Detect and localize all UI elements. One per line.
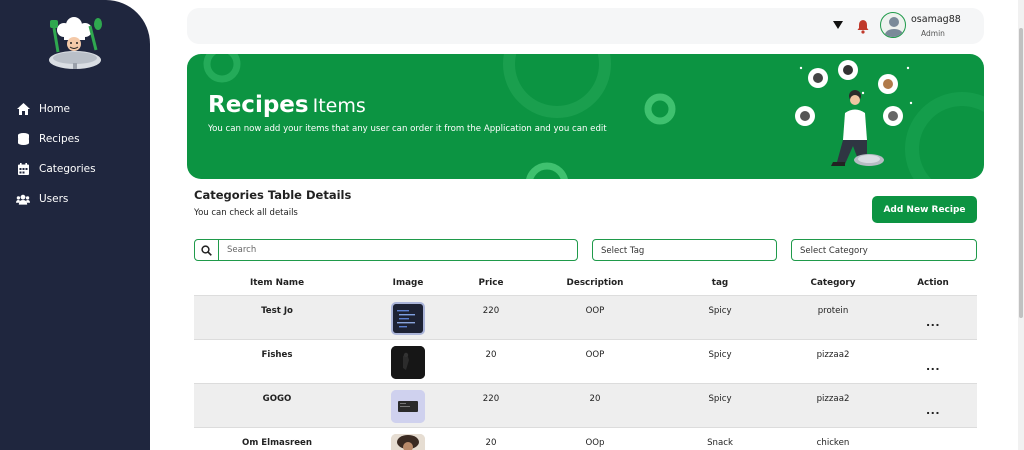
database-icon	[16, 132, 30, 146]
decorative-ring-icon	[644, 93, 676, 125]
search-input[interactable]	[219, 240, 577, 260]
item-category: pizzaa2	[816, 394, 850, 404]
sidebar-item-label: Categories	[39, 163, 96, 175]
bell-icon[interactable]	[856, 18, 870, 34]
sidebar-item-label: Users	[39, 193, 69, 205]
banner-title-light: Items	[312, 95, 366, 117]
column-header: Image	[392, 278, 424, 288]
chef-logo-icon	[49, 17, 102, 69]
scrollbar-thumb[interactable]	[1019, 28, 1023, 318]
sidebar-item-home[interactable]: Home	[16, 94, 96, 124]
decorative-ring-icon	[526, 162, 568, 179]
column-header: Item Name	[249, 278, 305, 288]
caret-down-icon[interactable]	[833, 21, 843, 29]
item-tag: Spicy	[708, 306, 732, 316]
decorative-ring-icon	[503, 54, 611, 118]
decorative-ring-icon	[203, 54, 241, 83]
recipe-image	[391, 346, 425, 379]
username: osamag88	[911, 14, 961, 25]
row-actions-menu[interactable]: ...	[926, 360, 940, 373]
recipe-image	[391, 434, 425, 450]
sidebar-item-users[interactable]: Users	[16, 184, 96, 214]
item-category: chicken	[816, 438, 850, 448]
sidebar: Home Recipes Categories Users	[0, 0, 150, 450]
table-row: Fishes 20 OOP Spicy pizzaa2 ...	[194, 340, 977, 384]
banner-title-bold: Recipes	[208, 92, 309, 118]
top-bar: osamag88 Admin	[187, 8, 984, 44]
column-header: tag	[711, 278, 729, 288]
item-category: protein	[817, 306, 849, 316]
search-icon	[195, 240, 219, 260]
sidebar-item-categories[interactable]: Categories	[16, 154, 96, 184]
banner-subtitle: You can now add your items that any user…	[208, 124, 607, 134]
item-name: GOGO	[262, 394, 292, 404]
item-description: OOP	[585, 350, 605, 360]
column-header: Category	[810, 278, 856, 288]
item-price: 20	[485, 350, 497, 360]
home-icon	[16, 102, 30, 116]
chef-illustration	[795, 60, 913, 166]
search-box	[194, 239, 578, 261]
tag-select[interactable]: Select Tag	[592, 239, 777, 261]
item-tag: Spicy	[708, 394, 732, 404]
table-header: Item Name Image Price Description tag Ca…	[194, 272, 977, 296]
table-row: Om Elmasreen 20 OOp Snack chicken ...	[194, 428, 977, 450]
item-description: OOP	[585, 306, 605, 316]
item-name: Fishes	[261, 350, 293, 360]
sidebar-item-recipes[interactable]: Recipes	[16, 124, 96, 154]
item-description: 20	[589, 394, 601, 404]
item-tag: Spicy	[708, 350, 732, 360]
item-price: 220	[482, 394, 500, 404]
recipe-image	[391, 390, 425, 423]
column-header: Price	[478, 278, 504, 288]
row-actions-menu[interactable]: ...	[926, 316, 940, 329]
sidebar-nav: Home Recipes Categories Users	[16, 94, 96, 214]
avatar[interactable]	[880, 12, 906, 38]
category-select[interactable]: Select Category	[791, 239, 977, 261]
section-title: Categories Table Details	[194, 188, 352, 202]
section-subtitle: You can check all details	[194, 208, 298, 218]
item-category: pizzaa2	[816, 350, 850, 360]
sidebar-item-label: Recipes	[39, 133, 80, 145]
add-new-recipe-button[interactable]: Add New Recipe	[872, 196, 977, 223]
item-description: OOp	[585, 438, 605, 448]
column-header: Action	[917, 278, 949, 288]
table-row: Test Jo 220 OOP Spicy protein ...	[194, 296, 977, 340]
item-tag: Snack	[707, 438, 733, 448]
recipes-table: Item Name Image Price Description tag Ca…	[194, 272, 977, 450]
banner: Recipes Items You can now add your items …	[187, 54, 984, 179]
item-price: 20	[485, 438, 497, 448]
recipe-image	[391, 302, 425, 335]
table-row: GOGO 220 20 Spicy pizzaa2 ...	[194, 384, 977, 428]
banner-title: Recipes Items	[208, 92, 366, 118]
item-name: Om Elmasreen	[242, 438, 312, 448]
item-price: 220	[482, 306, 500, 316]
users-icon	[16, 192, 30, 206]
row-actions-menu[interactable]: ...	[926, 404, 940, 417]
column-header: Description	[566, 278, 624, 288]
user-role: Admin	[921, 29, 945, 38]
calendar-icon	[16, 162, 30, 176]
item-name: Test Jo	[261, 306, 293, 316]
sidebar-item-label: Home	[39, 103, 71, 115]
